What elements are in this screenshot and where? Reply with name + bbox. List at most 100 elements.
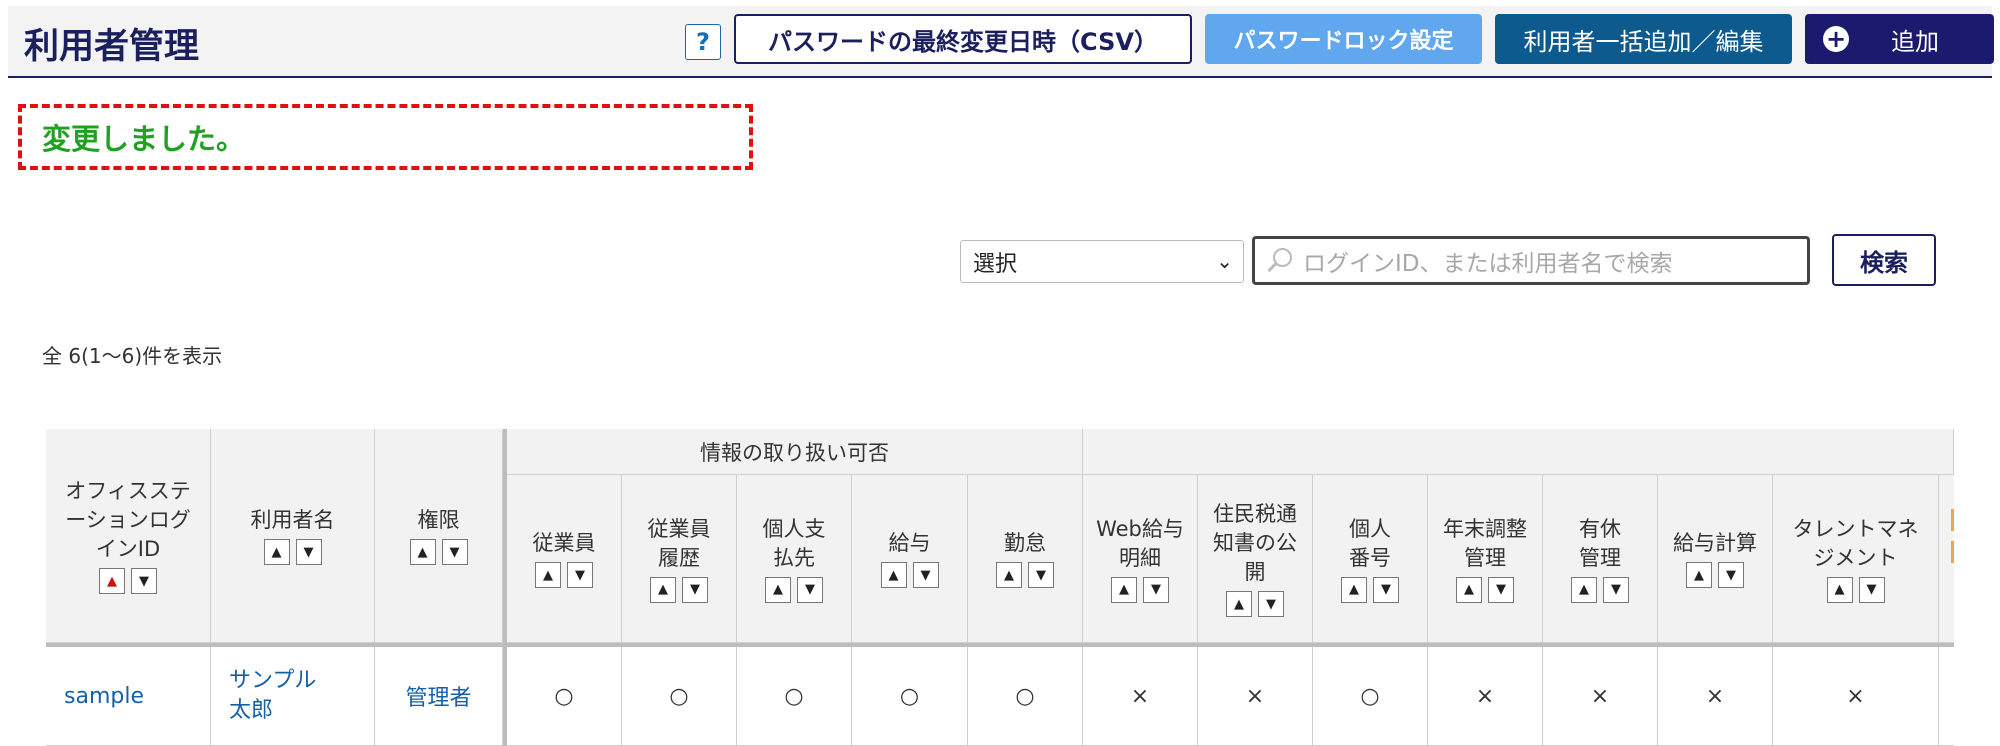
sort-controls: ▲ ▼ [535, 562, 593, 588]
sort-controls: ▲ ▼ [880, 562, 939, 588]
col-salary-label: 給与 [888, 531, 931, 555]
password-lock-button[interactable]: パスワードロック設定 [1205, 14, 1482, 64]
bulk-add-edit-button[interactable]: 利用者一括追加／編集 [1495, 14, 1792, 64]
sort-desc-icon[interactable]: ▼ [797, 576, 823, 603]
users-table: オフィスステーションログインID ▲ ▼ 利用者名 ▲ ▼ 権限 ▲ ▼ 情報の… [46, 429, 1954, 746]
sort-asc-icon[interactable]: ▲ [1826, 576, 1853, 603]
sort-asc-icon[interactable]: ▲ [1686, 562, 1712, 588]
sort-asc-icon[interactable]: ▲ [880, 562, 907, 588]
sort-asc-icon[interactable]: ▲ [1571, 576, 1597, 603]
col-user-name-label: 利用者名 [250, 508, 335, 532]
search-button[interactable]: 検索 [1832, 234, 1936, 286]
search-input[interactable]: ログインID、または利用者名で検索 [1252, 236, 1810, 285]
row-personal-number: ○ [1313, 647, 1428, 746]
col-paid-leave-label: 有休管理 [1579, 516, 1621, 570]
sort-asc-icon[interactable]: ▲ [1226, 591, 1252, 617]
sort-controls: ▲ ▼ [650, 576, 708, 603]
sort-asc-icon[interactable]: ▲ [1341, 576, 1367, 603]
col-header-year-end: 年末調整管理 ▲ ▼ [1428, 475, 1543, 643]
sort-asc-icon[interactable]: ▲ [1456, 576, 1482, 603]
col-employee-history-label: 従業員履歴 [647, 516, 711, 570]
sort-desc-icon[interactable]: ▼ [1143, 576, 1169, 603]
sort-asc-icon[interactable]: ▲ [263, 539, 290, 565]
password-csv-button[interactable]: パスワードの最終変更日時（CSV） [734, 14, 1192, 64]
row-login-id-link[interactable]: sample [46, 647, 211, 746]
flash-message-text: 変更しました。 [42, 122, 246, 156]
col-role-label: 権限 [417, 508, 460, 532]
sort-desc-icon[interactable]: ▼ [295, 539, 322, 565]
col-header-login-id: オフィスステーションログインID ▲ ▼ [46, 429, 211, 643]
sort-asc-icon[interactable]: ▲ [99, 568, 125, 594]
col-header-paid-leave: 有休管理 ▲ ▼ [1543, 475, 1658, 643]
search-placeholder: ログインID、または利用者名で検索 [1303, 250, 1673, 277]
sort-desc-icon[interactable]: ▼ [1858, 576, 1885, 603]
row-web-payslip: × [1083, 647, 1198, 746]
chevron-down-icon: ⌄ [1216, 249, 1233, 273]
col-employee-label: 従業員 [532, 531, 596, 555]
row-employee-history: ○ [622, 647, 737, 746]
row-role-link[interactable]: 管理者 [375, 647, 503, 746]
sort-desc-icon[interactable]: ▼ [1718, 562, 1744, 588]
row-user-name-link[interactable]: サンプル 太郎 [211, 647, 375, 746]
col-header-talent: タレントマネジメント ▲ ▼ [1773, 475, 1939, 643]
col-header-salary: 給与 ▲ ▼ [852, 475, 968, 643]
col-header-employee: 従業員 ▲ ▼ [507, 475, 622, 643]
sort-desc-icon[interactable]: ▼ [1603, 576, 1629, 603]
sort-asc-icon[interactable]: ▲ [996, 562, 1022, 588]
sort-desc-icon[interactable]: ▼ [912, 562, 939, 588]
sort-controls: ▲ ▼ [1571, 576, 1629, 603]
flash-message: 変更しました。 [18, 104, 753, 170]
row-individual-payee: ○ [737, 647, 852, 746]
sort-desc-icon[interactable]: ▼ [1488, 576, 1514, 603]
col-web-payslip-label: Web給与明細 [1096, 516, 1184, 570]
col-header-personal-number: 個人番号 ▲ ▼ [1313, 475, 1428, 643]
row-attendance: ○ [968, 647, 1083, 746]
help-button[interactable]: ? [685, 24, 721, 60]
sort-desc-icon[interactable]: ▼ [682, 576, 708, 603]
col-payroll-label: 給与計算 [1673, 531, 1757, 555]
col-personal-number-label: 個人番号 [1349, 516, 1391, 570]
search-filter-select[interactable]: 選択 ⌄ [960, 240, 1244, 283]
group-header-info-handling: 情報の取り扱い可否 [507, 429, 1083, 475]
sort-controls: ▲ ▼ [1341, 576, 1399, 603]
sort-controls: ▲ ▼ [996, 562, 1054, 588]
plus-icon: + [1823, 26, 1849, 52]
col-header-user-name: 利用者名 ▲ ▼ [211, 429, 375, 643]
group-header-label: 情報の取り扱い可否 [700, 440, 889, 465]
row-paid-leave: × [1543, 647, 1658, 746]
sort-controls: ▲ ▼ [1826, 576, 1885, 603]
sort-controls: ▲ ▼ [409, 539, 468, 565]
row-employee: ○ [507, 647, 622, 746]
sort-controls: ▲ ▼ [99, 568, 157, 594]
col-header-employee-history: 従業員履歴 ▲ ▼ [622, 475, 737, 643]
col-header-payroll: 給与計算 ▲ ▼ [1658, 475, 1773, 643]
row-user-name-text: サンプル 太郎 [229, 668, 339, 723]
row-overflow [1939, 647, 1954, 746]
sort-controls: ▲ ▼ [1456, 576, 1514, 603]
sort-desc-icon[interactable]: ▼ [1373, 576, 1399, 603]
sort-controls: ▲ ▼ [765, 576, 823, 603]
row-talent: × [1773, 647, 1939, 746]
col-header-role: 権限 ▲ ▼ [375, 429, 503, 643]
sort-asc-icon[interactable]: ▲ [765, 576, 791, 603]
sort-controls: ▲ ▼ [1111, 576, 1169, 603]
result-count: 全 6(1～6)件を表示 [42, 344, 223, 368]
sort-asc-icon[interactable]: ▲ [650, 576, 676, 603]
sort-desc-icon[interactable]: ▼ [1258, 591, 1284, 617]
add-button-label: 追加 [1891, 27, 1939, 56]
col-header-web-payslip: Web給与明細 ▲ ▼ [1083, 475, 1198, 643]
sort-desc-icon[interactable]: ▼ [567, 562, 593, 588]
sort-asc-icon[interactable]: ▲ [535, 562, 561, 588]
sort-asc-icon[interactable]: ▲ [409, 539, 436, 565]
sort-asc-icon[interactable]: ▲ [1111, 576, 1137, 603]
sort-desc-icon[interactable]: ▼ [1028, 562, 1054, 588]
col-individual-payee-label: 個人支払先 [762, 516, 826, 570]
col-talent-label: タレントマネジメント [1792, 516, 1919, 570]
add-user-button[interactable]: + 追加 [1805, 14, 1994, 64]
sort-desc-icon[interactable]: ▼ [441, 539, 468, 565]
sort-desc-icon[interactable]: ▼ [131, 568, 157, 594]
sort-controls: ▲ ▼ [1686, 562, 1744, 588]
col-resident-tax-label: 住民税通知書の公開 [1213, 502, 1297, 584]
col-login-id-label: オフィスステーションログインID [65, 479, 191, 561]
group-header-blank [1083, 429, 1954, 475]
